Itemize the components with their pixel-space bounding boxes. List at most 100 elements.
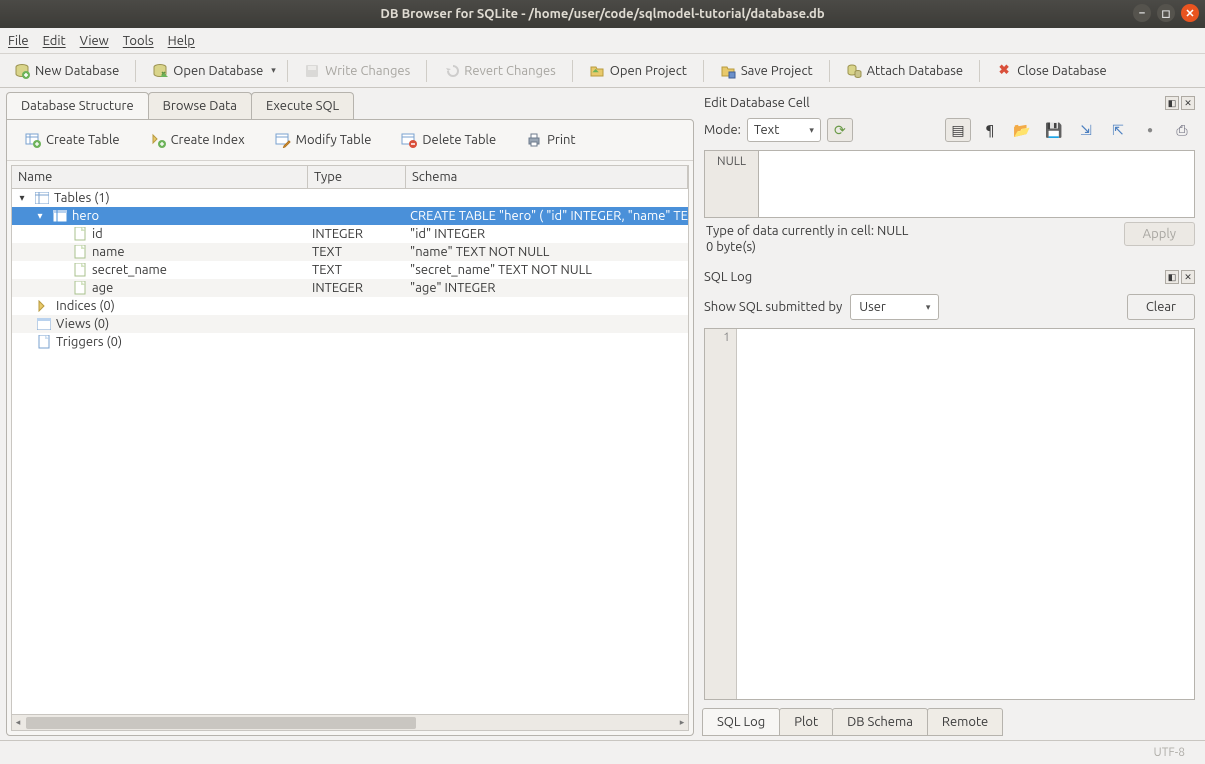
save-project-label: Save Project	[741, 64, 813, 78]
printer-icon: ⎙	[1176, 122, 1187, 139]
bottom-tab-plot[interactable]: Plot	[779, 708, 833, 736]
print-button[interactable]: Print	[518, 128, 583, 152]
import-icon: ⇱	[1112, 122, 1124, 139]
tree-node-triggers[interactable]: Triggers (0)	[12, 333, 688, 351]
text-mode-button[interactable]: ▤	[945, 118, 971, 142]
tree-header-schema[interactable]: Schema	[406, 166, 688, 188]
menu-edit[interactable]: Edit	[43, 34, 66, 48]
sql-log-source-select[interactable]: User▾	[850, 294, 939, 320]
print-icon	[526, 132, 542, 148]
tree-node-column-age[interactable]: age INTEGER "age" INTEGER	[12, 279, 688, 297]
import-cell-button[interactable]: ⇱	[1105, 118, 1131, 142]
delete-table-button[interactable]: Delete Table	[393, 128, 504, 152]
tree-node-indices[interactable]: Indices (0)	[12, 297, 688, 315]
sql-log-editor[interactable]: 1	[704, 328, 1195, 700]
window-minimize-button[interactable]: –	[1133, 4, 1151, 22]
tree-horizontal-scrollbar[interactable]: ◂ ▸	[12, 714, 688, 730]
window-title: DB Browser for SQLite - /home/user/code/…	[380, 7, 824, 21]
tree-node-column-name[interactable]: name TEXT "name" TEXT NOT NULL	[12, 243, 688, 261]
create-index-icon	[150, 132, 166, 148]
menubar: File Edit View Tools Help	[0, 28, 1205, 54]
expander-icon[interactable]: ▾	[16, 192, 28, 204]
modify-table-label: Modify Table	[296, 133, 372, 147]
open-project-label: Open Project	[610, 64, 687, 78]
print-cell-button[interactable]: ⎙	[1169, 118, 1195, 142]
column-icon	[72, 263, 88, 277]
tree-node-views[interactable]: Views (0)	[12, 315, 688, 333]
cell-null-indicator: NULL	[705, 151, 759, 217]
tab-database-structure[interactable]: Database Structure	[6, 92, 149, 119]
mode-select[interactable]: Text▾	[747, 118, 821, 142]
table-icon	[52, 209, 68, 223]
save-project-button[interactable]: Save Project	[712, 59, 821, 83]
window-close-button[interactable]: ✕	[1181, 4, 1199, 22]
window-titlebar: DB Browser for SQLite - /home/user/code/…	[0, 0, 1205, 28]
cell-type-info: Type of data currently in cell: NULL	[706, 224, 1193, 238]
sql-log-show-label: Show SQL submitted by	[704, 300, 842, 314]
schema-tree[interactable]: Name Type Schema ▾Tables (1) ▾hero CREAT…	[11, 165, 689, 731]
bottom-tab-remote[interactable]: Remote	[927, 708, 1003, 736]
bottom-tab-db-schema[interactable]: DB Schema	[832, 708, 928, 736]
menu-file[interactable]: File	[8, 34, 29, 48]
menu-view[interactable]: View	[80, 34, 109, 48]
panel-close-button[interactable]: ✕	[1181, 270, 1195, 284]
sql-log-clear-button[interactable]: Clear	[1127, 294, 1195, 320]
attach-database-button[interactable]: Attach Database	[838, 59, 972, 83]
table-group-icon	[34, 191, 50, 205]
tree-node-column-secret-name[interactable]: secret_name TEXT "secret_name" TEXT NOT …	[12, 261, 688, 279]
close-database-icon: ✖	[996, 63, 1012, 79]
tree-node-column-id[interactable]: id INTEGER "id" INTEGER	[12, 225, 688, 243]
tree-header-type[interactable]: Type	[308, 166, 406, 188]
open-project-icon	[589, 63, 605, 79]
refresh-icon: ⟳	[834, 122, 846, 139]
modify-table-button[interactable]: Modify Table	[267, 128, 380, 152]
create-table-button[interactable]: Create Table	[17, 128, 128, 152]
open-project-button[interactable]: Open Project	[581, 59, 695, 83]
cell-size-info: 0 byte(s)	[706, 240, 1193, 254]
revert-changes-button: Revert Changes	[435, 59, 564, 83]
panel-float-button[interactable]: ◧	[1165, 96, 1179, 110]
tree-header-name[interactable]: Name	[12, 166, 308, 188]
delete-table-icon	[401, 132, 417, 148]
revert-changes-label: Revert Changes	[464, 64, 556, 78]
save-cell-button[interactable]: 💾	[1041, 118, 1067, 142]
panel-close-button[interactable]: ✕	[1181, 96, 1195, 110]
menu-help[interactable]: Help	[168, 34, 195, 48]
sql-log-toolbar: Show SQL submitted by User▾ Clear	[702, 288, 1197, 326]
main-toolbar: New Database Open Database ▾ Write Chang…	[0, 54, 1205, 88]
modify-table-icon	[275, 132, 291, 148]
edit-cell-title: Edit Database Cell	[704, 96, 810, 110]
export-cell-button[interactable]: ⇲	[1073, 118, 1099, 142]
write-changes-button: Write Changes	[296, 59, 418, 83]
structure-toolbar: Create Table Create Index Modify Table D…	[7, 120, 693, 161]
folder-open-icon: 📂	[1013, 122, 1030, 139]
open-database-button[interactable]: Open Database	[144, 59, 271, 83]
panel-float-button[interactable]: ◧	[1165, 270, 1179, 284]
open-database-label: Open Database	[173, 64, 263, 78]
export-icon: ⇲	[1080, 122, 1092, 139]
close-database-button[interactable]: ✖ Close Database	[988, 59, 1115, 83]
tab-execute-sql[interactable]: Execute SQL	[251, 92, 354, 119]
window-maximize-button[interactable]: ◻	[1157, 4, 1175, 22]
tab-browse-data[interactable]: Browse Data	[148, 92, 252, 119]
indent-button[interactable]: ¶	[977, 118, 1003, 142]
column-icon	[72, 245, 88, 259]
cell-editor[interactable]: NULL	[704, 150, 1195, 218]
bottom-tab-sql-log[interactable]: SQL Log	[702, 708, 780, 736]
create-index-button[interactable]: Create Index	[142, 128, 253, 152]
expander-icon[interactable]: ▾	[34, 210, 46, 222]
null-cell-button[interactable]: ●	[1137, 118, 1163, 142]
tree-node-tables[interactable]: ▾Tables (1)	[12, 189, 688, 207]
create-index-label: Create Index	[171, 133, 245, 147]
refresh-cell-button[interactable]: ⟳	[827, 118, 853, 142]
close-database-label: Close Database	[1017, 64, 1107, 78]
menu-tools[interactable]: Tools	[123, 34, 154, 48]
open-database-dropdown-arrow[interactable]: ▾	[271, 65, 279, 76]
index-group-icon	[36, 299, 52, 313]
new-database-button[interactable]: New Database	[6, 59, 127, 83]
save-icon: 💾	[1045, 122, 1062, 139]
document-icon: ▤	[951, 122, 964, 139]
tree-node-table-hero[interactable]: ▾hero CREATE TABLE "hero" ( "id" INTEGER…	[12, 207, 688, 225]
edit-cell-panel-header: Edit Database Cell ◧ ✕	[702, 92, 1197, 114]
open-file-button[interactable]: 📂	[1009, 118, 1035, 142]
